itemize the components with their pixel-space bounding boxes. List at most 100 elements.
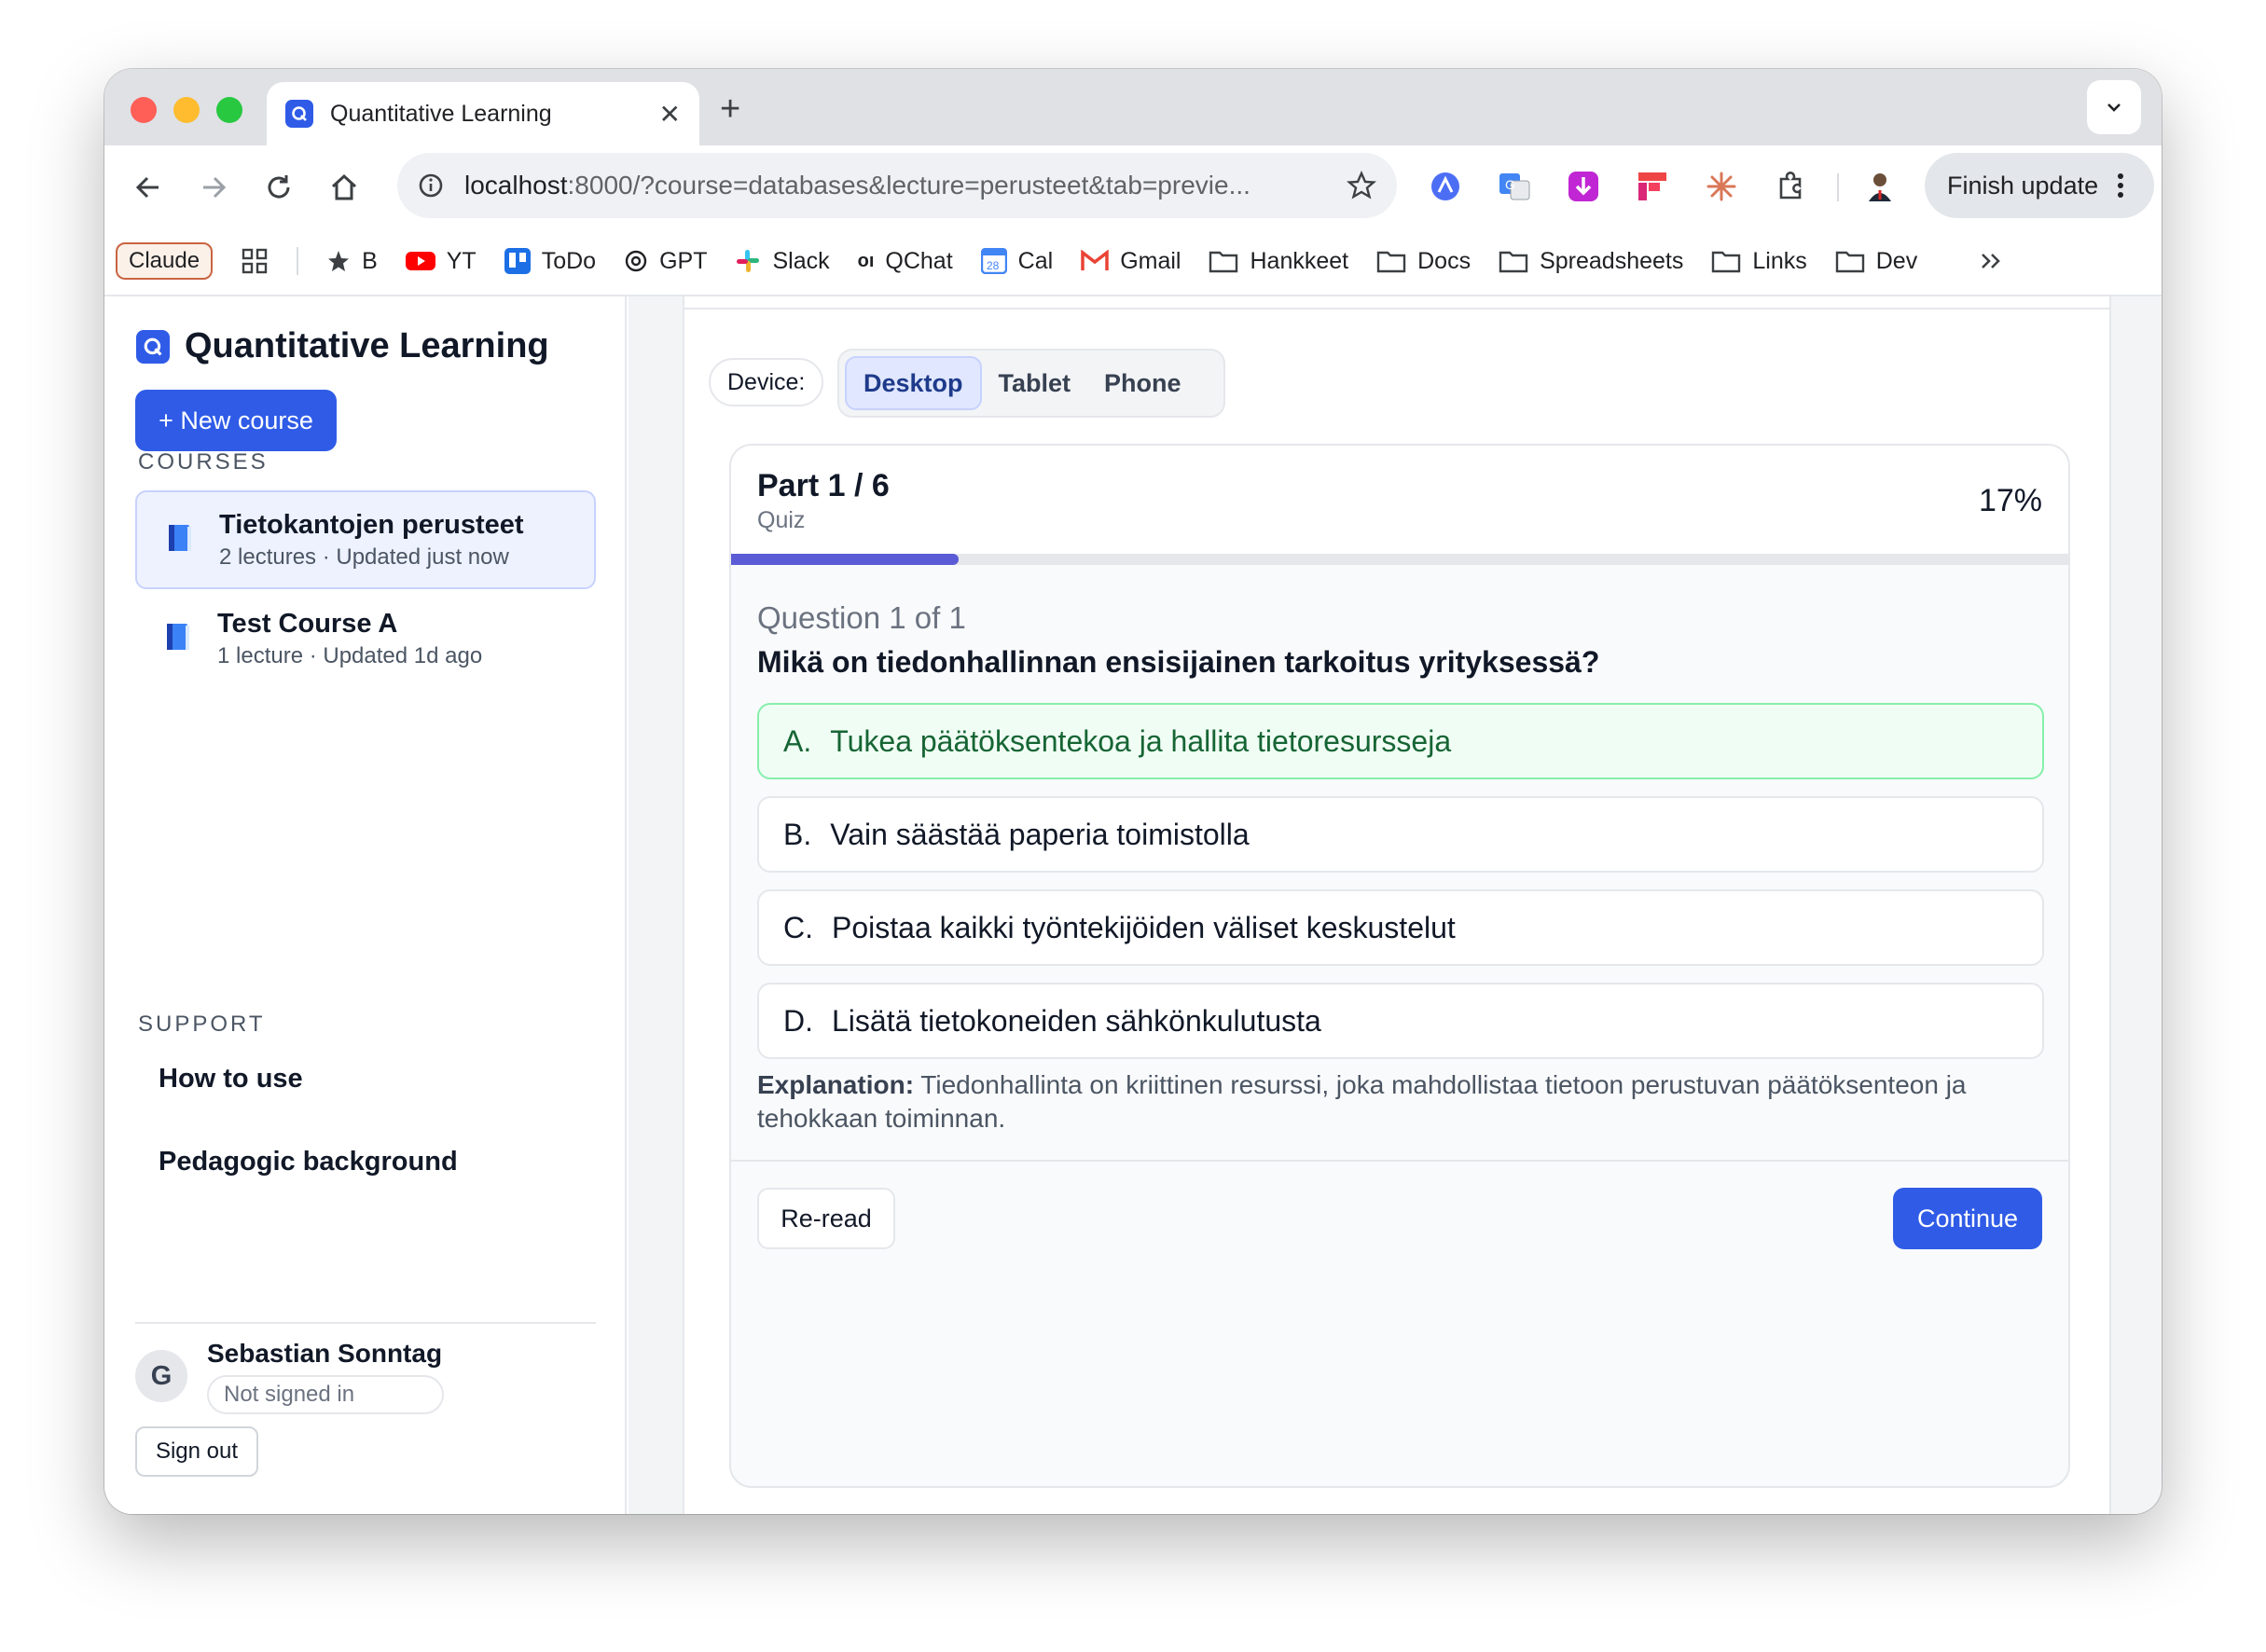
course-item-tietokantojen-perusteet[interactable]: Tietokantojen perusteet 2 lectures · Upd…	[135, 490, 596, 589]
device-tab-tablet[interactable]: Tablet	[982, 356, 1088, 410]
bookmarks-divider	[297, 247, 299, 275]
bookmark-label: Slack	[772, 247, 830, 274]
bookmark-star-icon[interactable]	[1347, 171, 1376, 200]
new-course-button[interactable]: + New course	[135, 390, 337, 451]
youtube-icon	[405, 250, 435, 272]
device-label: Device:	[709, 358, 824, 406]
claude-extension-icon[interactable]	[1705, 170, 1738, 203]
bookmark-label: Dev	[1875, 247, 1918, 274]
option-letter: D.	[783, 1003, 813, 1038]
user-name: Sebastian Sonntag	[207, 1339, 443, 1368]
answer-option-a[interactable]: A. Tukea päätöksentekoa ja hallita tieto…	[757, 703, 2044, 779]
avatar: G	[135, 1350, 187, 1402]
folder-icon	[1835, 249, 1865, 273]
folder-icon	[1376, 249, 1406, 273]
board-extension-icon[interactable]	[1636, 170, 1669, 203]
bookmark-dev[interactable]: Dev	[1835, 248, 1917, 275]
download-extension-icon[interactable]	[1567, 170, 1600, 203]
home-icon[interactable]	[328, 172, 360, 203]
bookmark-label: QChat	[885, 247, 953, 274]
svg-text:G: G	[1505, 177, 1515, 192]
explanation-text: Tiedonhallinta on kriittinen resurssi, j…	[757, 1070, 1967, 1133]
book-icon	[165, 522, 195, 558]
extension-circle-icon[interactable]	[1429, 170, 1462, 203]
bookmark-gpt[interactable]: GPT	[624, 248, 707, 275]
gmail-icon	[1081, 250, 1109, 272]
forward-icon[interactable]	[198, 172, 229, 203]
back-icon[interactable]	[132, 172, 164, 203]
close-tab-icon[interactable]: ✕	[659, 99, 681, 130]
part-type: Quiz	[757, 507, 806, 533]
translate-icon[interactable]: G	[1498, 170, 1531, 203]
bookmark-label: Cal	[1017, 247, 1054, 274]
chevron-down-icon	[2107, 103, 2121, 112]
bookmark-label: Hankkeet	[1250, 247, 1349, 274]
folder-icon	[1499, 249, 1528, 273]
bookmark-spreadsheets[interactable]: Spreadsheets	[1499, 248, 1683, 275]
calendar-icon: 28	[980, 248, 1007, 274]
brand[interactable]: Quantitative Learning	[136, 326, 549, 366]
browser-window: Quantitative Learning ✕ + localhost:8000…	[104, 69, 2162, 1514]
answer-option-d[interactable]: D. Lisätä tietokoneiden sähkönkulutusta	[757, 983, 2044, 1059]
apps-grid-icon[interactable]	[241, 247, 269, 275]
address-bar[interactable]: localhost:8000/?course=databases&lecture…	[397, 153, 1397, 218]
course-meta: 2 lectures · Updated just now	[219, 544, 509, 570]
reload-icon[interactable]	[263, 172, 295, 203]
bookmark-cal[interactable]: 28 Cal	[980, 247, 1054, 275]
explanation: Explanation: Tiedonhallinta on kriittine…	[757, 1068, 2044, 1136]
maximize-window-button[interactable]	[216, 97, 242, 123]
re-read-button[interactable]: Re-read	[757, 1188, 895, 1249]
answer-option-b[interactable]: B. Vain säästää paperia toimistolla	[757, 796, 2044, 873]
new-tab-icon[interactable]: +	[720, 89, 740, 130]
finish-update-label: Finish update	[1947, 171, 2099, 200]
trello-icon	[504, 248, 531, 274]
browser-toolbar: localhost:8000/?course=databases&lecture…	[104, 145, 2162, 227]
bookmark-todo[interactable]: ToDo	[504, 248, 596, 275]
course-name: Tietokantojen perusteet	[219, 509, 524, 540]
bookmark-label: Links	[1752, 247, 1807, 274]
bookmark-qchat[interactable]: oı QChat	[858, 248, 953, 275]
continue-button[interactable]: Continue	[1893, 1188, 2042, 1249]
bookmark-docs[interactable]: Docs	[1376, 248, 1471, 275]
url-text: localhost:8000/?course=databases&lecture…	[464, 171, 1250, 200]
bookmark-label: GPT	[659, 247, 708, 274]
option-text: Vain säästää paperia toimistolla	[830, 817, 1250, 851]
bookmark-hankkeet[interactable]: Hankkeet	[1209, 248, 1348, 275]
finish-update-button[interactable]: Finish update	[1925, 153, 2154, 218]
bookmark-slack[interactable]: Slack	[735, 247, 830, 275]
courses-heading: COURSES	[138, 449, 269, 475]
bookmark-label: YT	[446, 247, 477, 274]
part-header: Part 1 / 6 Quiz 17%	[731, 446, 2068, 556]
bookmark-claude[interactable]: Claude	[116, 242, 214, 280]
bookmark-yt[interactable]: YT	[405, 247, 477, 275]
course-item-test-course-a[interactable]: Test Course A 1 lecture · Updated 1d ago	[135, 589, 596, 688]
profile-avatar-icon[interactable]	[1863, 170, 1897, 203]
more-bookmarks-icon[interactable]	[1979, 251, 2003, 271]
browser-tab[interactable]: Quantitative Learning ✕	[267, 82, 699, 145]
pedagogic-background-link[interactable]: Pedagogic background	[159, 1147, 458, 1177]
bookmark-links[interactable]: Links	[1711, 247, 1807, 275]
svg-text:28: 28	[987, 259, 1000, 272]
how-to-use-link[interactable]: How to use	[159, 1064, 303, 1094]
brand-title: Quantitative Learning	[185, 326, 549, 365]
app-sidebar: Quantitative Learning + New course COURS…	[104, 296, 627, 1514]
sign-out-button[interactable]: Sign out	[135, 1426, 258, 1477]
device-tab-phone[interactable]: Phone	[1087, 356, 1198, 410]
option-letter: A.	[783, 723, 812, 758]
site-info-icon[interactable]	[418, 172, 444, 199]
bookmark-label: ToDo	[541, 247, 597, 274]
toolbar-divider	[1837, 173, 1839, 201]
tab-search-button[interactable]	[2087, 80, 2141, 134]
bookmark-gmail[interactable]: Gmail	[1081, 248, 1181, 275]
progress-bar-fill	[731, 554, 959, 565]
lesson-preview-card: Part 1 / 6 Quiz 17% Question 1 of 1 Mikä…	[729, 444, 2070, 1488]
close-window-button[interactable]	[131, 97, 157, 123]
extensions-puzzle-icon[interactable]	[1774, 170, 1807, 203]
option-text: Poistaa kaikki työntekijöiden väliset ke…	[832, 910, 1456, 944]
bookmark-b[interactable]: B	[326, 248, 378, 275]
more-menu-icon	[2118, 173, 2124, 198]
answer-option-c[interactable]: C. Poistaa kaikki työntekijöiden väliset…	[757, 889, 2044, 966]
minimize-window-button[interactable]	[173, 97, 200, 123]
bookmark-label: Gmail	[1120, 247, 1181, 274]
device-tab-desktop[interactable]: Desktop	[845, 356, 982, 410]
